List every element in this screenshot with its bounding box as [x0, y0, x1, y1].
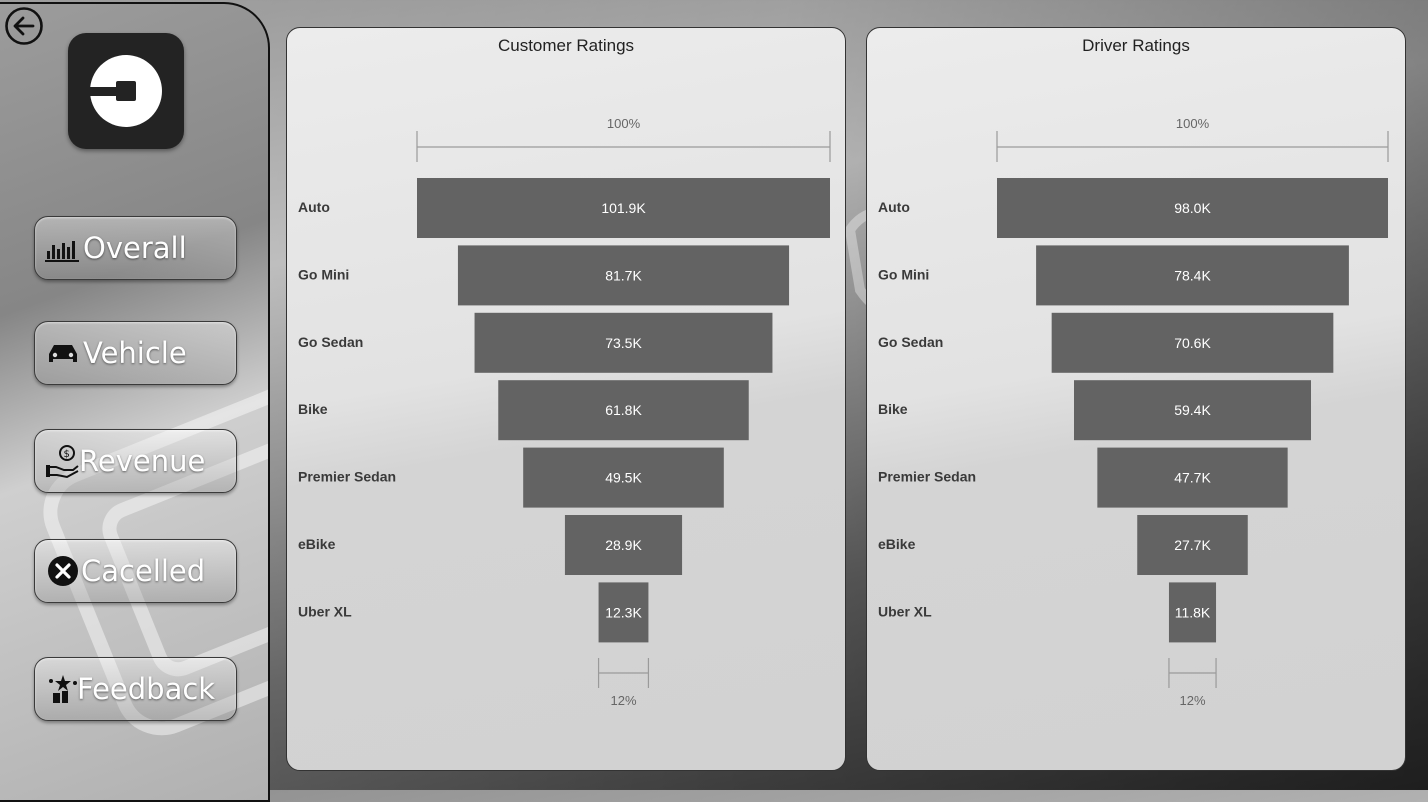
- category-label: Go Mini: [298, 266, 349, 282]
- category-label: Bike: [878, 401, 908, 417]
- nav-button-overall[interactable]: Overall: [34, 216, 237, 280]
- category-label: Premier Sedan: [298, 469, 396, 485]
- bar-value-label: 101.9K: [601, 200, 646, 216]
- category-label: Premier Sedan: [878, 469, 976, 485]
- category-label: Bike: [298, 401, 328, 417]
- bar-value-label: 49.5K: [605, 470, 642, 486]
- money-hand-icon: $: [43, 441, 83, 481]
- bar-value-label: 61.8K: [605, 402, 642, 418]
- bar-value-label: 27.7K: [1174, 537, 1211, 553]
- bar-value-label: 28.9K: [605, 537, 642, 553]
- category-label: eBike: [878, 536, 916, 552]
- driver-ratings-panel: Driver Ratings 100% 98.0K Auto 78.4K Go Mini…: [866, 27, 1406, 771]
- customer-ratings-funnel: 100% 101.9K Auto 81.7K Go Mini 73.5K Go Sedan 6…: [298, 116, 831, 708]
- customer-ratings-panel: Customer Ratings 100% 101.9K Auto 81.7K Go M…: [286, 27, 846, 771]
- bar-value-label: 73.5K: [605, 335, 642, 351]
- category-label: Go Mini: [878, 266, 929, 282]
- cancel-icon: [43, 551, 83, 591]
- nav-label: Cacelled: [81, 554, 206, 588]
- nav-button-vehicle[interactable]: Vehicle: [34, 321, 237, 385]
- bar-value-label: 78.4K: [1174, 267, 1211, 283]
- bar-value-label: 47.7K: [1174, 470, 1211, 486]
- nav-label: Vehicle: [83, 336, 187, 370]
- car-icon: [43, 333, 83, 373]
- category-label: Auto: [298, 199, 330, 215]
- bar-value-label: 59.4K: [1174, 402, 1211, 418]
- nav-button-revenue[interactable]: $ Revenue: [34, 429, 237, 493]
- bar-value-label: 11.8K: [1175, 604, 1211, 620]
- nav-button-feedback[interactable]: Feedback: [34, 657, 237, 721]
- back-arrow-icon: [5, 7, 43, 45]
- category-label: eBike: [298, 536, 336, 552]
- bar-value-label: 70.6K: [1174, 335, 1211, 351]
- back-button[interactable]: [4, 6, 44, 46]
- bar-value-label: 81.7K: [605, 267, 642, 283]
- bottom-percent-label: 12%: [610, 693, 636, 708]
- category-label: Uber XL: [298, 603, 352, 619]
- nav-label: Overall: [83, 231, 187, 265]
- category-label: Go Sedan: [298, 334, 363, 350]
- bottom-percent-label: 12%: [1179, 693, 1205, 708]
- driver-ratings-funnel: 100% 98.0K Auto 78.4K Go Mini 70.6K Go Sedan 59…: [878, 116, 1389, 708]
- category-label: Uber XL: [878, 603, 932, 619]
- nav-label: Revenue: [79, 444, 206, 478]
- category-label: Auto: [878, 199, 910, 215]
- bar-value-label: 98.0K: [1174, 200, 1211, 216]
- top-percent-label: 100%: [1176, 116, 1210, 131]
- svg-text:$: $: [64, 449, 70, 460]
- category-label: Go Sedan: [878, 334, 943, 350]
- bar-chart-icon: [43, 228, 83, 268]
- nav-button-cancelled[interactable]: Cacelled: [34, 539, 237, 603]
- top-percent-label: 100%: [607, 116, 641, 131]
- nav-label: Feedback: [77, 672, 216, 706]
- uber-logo-icon: [68, 33, 184, 149]
- bar-value-label: 12.3K: [605, 604, 642, 620]
